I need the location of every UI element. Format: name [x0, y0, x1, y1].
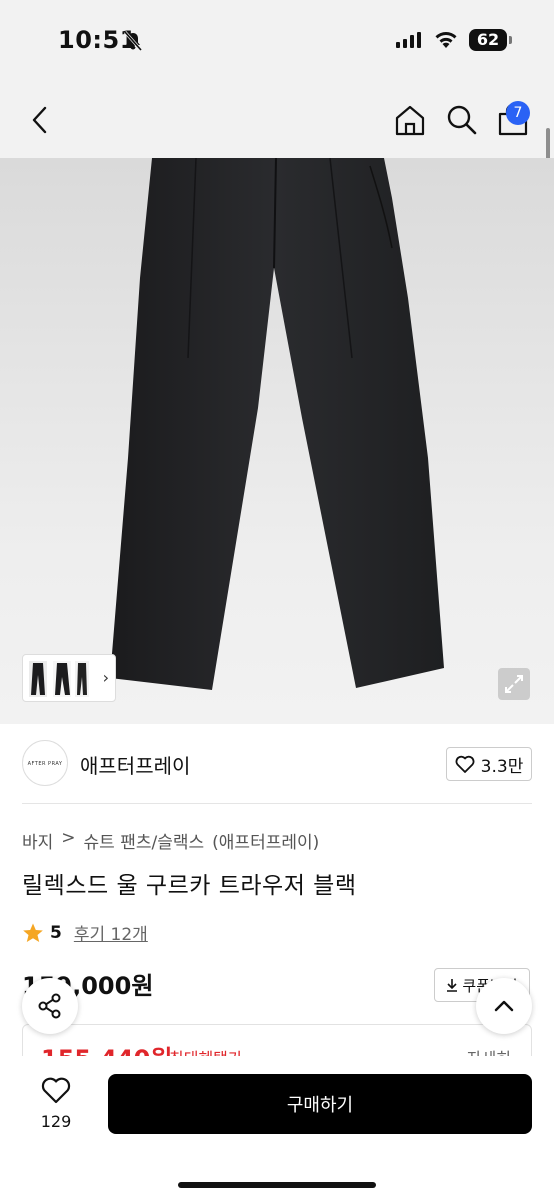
battery-indicator: 62	[469, 29, 512, 51]
wishlist-button[interactable]: 129	[34, 1076, 78, 1131]
breadcrumb-item[interactable]: 바지	[22, 828, 53, 853]
thumbnail-images	[29, 661, 89, 697]
download-icon	[447, 979, 458, 992]
product-title: 릴렉스드 울 구르카 트라우저 블랙	[22, 873, 357, 899]
search-icon[interactable]	[444, 102, 480, 138]
star-icon	[23, 923, 43, 942]
seller-name[interactable]: 애프터프레이	[80, 750, 190, 779]
home-icon[interactable]	[392, 102, 428, 138]
home-indicator[interactable]	[178, 1182, 376, 1188]
product-image[interactable]	[0, 158, 554, 724]
heart-icon	[455, 755, 475, 773]
seller-like-count: 3.3만	[480, 756, 524, 777]
signal-icon	[396, 32, 421, 48]
seller-like-button[interactable]: 3.3만	[446, 747, 532, 781]
breadcrumb-item[interactable]: 슈트 팬츠/슬랙스	[84, 828, 205, 853]
share-icon	[38, 993, 61, 1019]
share-button[interactable]	[22, 978, 78, 1034]
chevron-up-icon	[494, 1000, 514, 1012]
rating-value: 5	[50, 922, 62, 943]
trousers-illustration	[110, 158, 444, 690]
status-bar: 10:51 62	[0, 0, 554, 80]
bell-muted-icon	[123, 31, 143, 51]
expand-icon[interactable]	[498, 668, 530, 700]
scroll-to-top-button[interactable]	[476, 978, 532, 1034]
divider	[22, 803, 532, 804]
back-arrow-icon[interactable]	[24, 102, 56, 138]
chevron-right-icon: ›	[102, 668, 109, 687]
breadcrumb-separator: >	[61, 828, 76, 848]
seller-logo[interactable]: AFTER PRAY	[22, 740, 68, 786]
heart-icon	[41, 1077, 71, 1104]
breadcrumb: 바지 > 슈트 팬츠/슬랙스 (애프터프레이)	[22, 828, 319, 853]
buy-button[interactable]: 구매하기	[108, 1074, 532, 1134]
wifi-icon	[435, 32, 457, 48]
top-nav	[0, 80, 554, 158]
image-thumbnail-strip[interactable]: ›	[22, 654, 116, 702]
wishlist-count: 129	[40, 1112, 72, 1131]
rating-row: 5 후기 12개	[22, 920, 148, 945]
cart-count-badge: 7	[506, 101, 530, 125]
breadcrumb-brand[interactable]: (애프터프레이)	[212, 828, 319, 853]
seller-row[interactable]: AFTER PRAY 애프터프레이 3.3만	[22, 740, 532, 790]
review-count-link[interactable]: 후기 12개	[74, 920, 148, 945]
